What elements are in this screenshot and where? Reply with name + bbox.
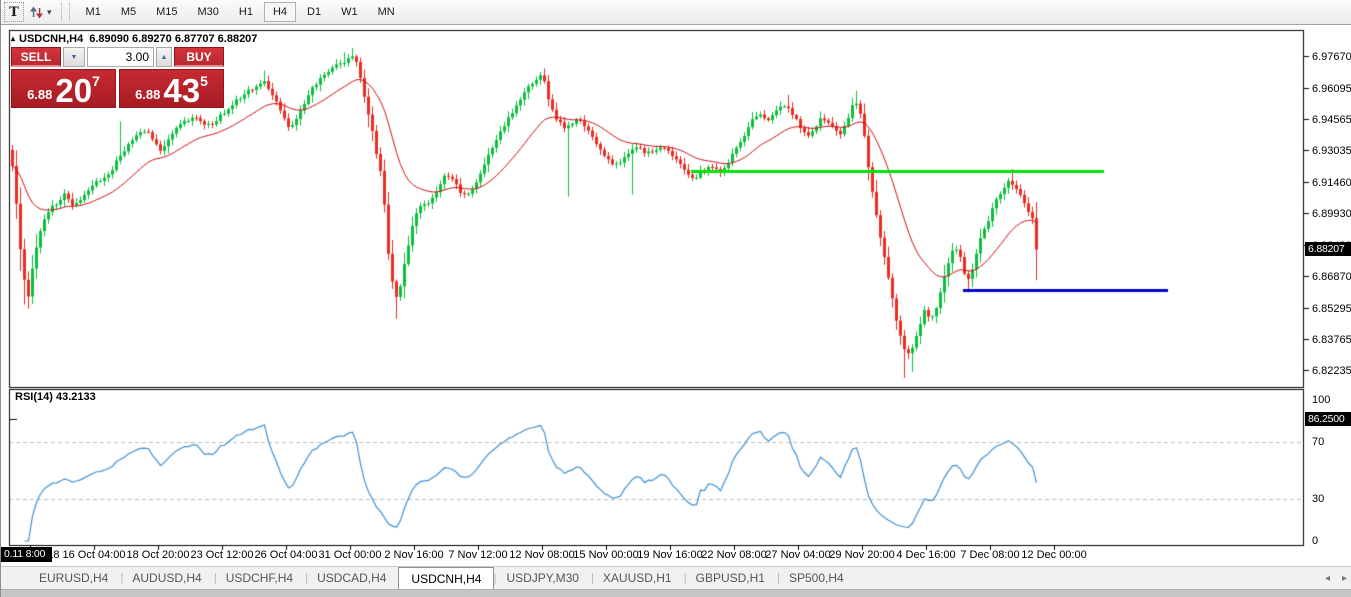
price-tick-label: 6.86870: [1312, 271, 1351, 283]
rsi-tick-label: 100: [1312, 394, 1330, 406]
sell-button[interactable]: SELL: [11, 47, 61, 67]
price-tick-label: 6.96095: [1312, 83, 1351, 95]
time-tick-label: 29 Nov 20:00: [829, 549, 894, 561]
time-tick-label: 19 Nov 16:00: [637, 549, 702, 561]
timeframe-buttons: M1M5M15M30H1H4D1W1MN: [76, 2, 405, 22]
rsi-tick-label: 0: [1312, 535, 1318, 547]
sell-price-pip: 7: [92, 73, 100, 89]
rsi-crosshair-tag: 86.2500: [1305, 412, 1351, 426]
chart-tab[interactable]: USDCNH,H4: [398, 567, 494, 589]
time-tick-label: 15 Nov 00:00: [573, 549, 638, 561]
volume-input[interactable]: [87, 47, 154, 67]
buy-price-big: 43: [163, 77, 200, 105]
time-tick-label: 12 Dec 00:00: [1021, 549, 1086, 561]
buy-price-pip: 5: [200, 73, 208, 89]
time-tick-label: 18 Oct 20:00: [127, 549, 190, 561]
sell-price-big: 20: [55, 77, 92, 105]
toolbar-separator: [61, 3, 70, 21]
chart-tab[interactable]: GBPUSD,H1: [684, 567, 777, 589]
time-tick-label: 23 Oct 12:00: [191, 549, 254, 561]
chart-tab[interactable]: USDCAD,H4: [305, 567, 398, 589]
sell-price-prefix: 6.88: [27, 87, 52, 102]
chart-tab[interactable]: EURUSD,H4: [27, 567, 120, 589]
status-bar: [1, 589, 1351, 597]
tab-scroll-left-icon[interactable]: ◂: [1325, 573, 1330, 584]
timeframe-button[interactable]: M30: [189, 2, 228, 22]
time-tick-label: 16 Oct 04:00: [63, 549, 126, 561]
rsi-tick-label: 70: [1312, 436, 1324, 448]
collapse-arrow-icon[interactable]: ▴: [11, 34, 15, 43]
price-tick-label: 6.97670: [1312, 51, 1351, 63]
chart-tab[interactable]: SP500,H4: [777, 567, 856, 589]
price-tick-label: 6.91460: [1312, 177, 1351, 189]
timeframe-button[interactable]: M1: [77, 2, 110, 22]
tab-scroll-right-icon[interactable]: ▸: [1342, 573, 1347, 584]
time-tick-label: 2 Nov 16:00: [384, 549, 443, 561]
volume-decrease-button[interactable]: ▼: [63, 47, 85, 67]
text-tool-button[interactable]: T: [4, 2, 24, 22]
timeframe-button[interactable]: M15: [147, 2, 186, 22]
timeframe-button[interactable]: MN: [369, 2, 404, 22]
time-tick-label: 31 Oct 00:00: [319, 549, 382, 561]
one-click-trading-panel: SELL ▼ ▲ BUY 6.88 20 7 6.88 43 5: [11, 47, 224, 108]
time-tick-label: 12 Nov 08:00: [509, 549, 574, 561]
price-tick-label: 6.94565: [1312, 114, 1351, 126]
chart-tab[interactable]: XAUUSD,H1: [591, 567, 684, 589]
arrows-icon: [29, 5, 44, 20]
price-tick-label: 6.89930: [1312, 208, 1351, 220]
price-tick-label: 6.85295: [1312, 303, 1351, 315]
chart-tabs: EURUSD,H4AUDUSD,H4USDCHF,H4USDCAD,H4USDC…: [27, 567, 856, 589]
buy-price-box[interactable]: 6.88 43 5: [119, 69, 224, 108]
timeframe-button[interactable]: W1: [332, 2, 367, 22]
chart-symbol-label: USDCNH,H4: [19, 33, 83, 45]
top-toolbar: T ▾ M1M5M15M30H1H4D1W1MN: [1, 0, 1351, 25]
price-tick-label: 6.83765: [1312, 334, 1351, 346]
volume-increase-button[interactable]: ▲: [156, 47, 172, 67]
price-tick-label: 6.93035: [1312, 145, 1351, 157]
price-tick-label: 6.82235: [1312, 365, 1351, 377]
chart-tab[interactable]: USDJPY,M30: [494, 567, 590, 589]
buy-button[interactable]: BUY: [174, 47, 224, 67]
crosshair-time-tag: 0.11 8:00: [1, 547, 52, 562]
timeframe-button[interactable]: M5: [112, 2, 145, 22]
time-tick-label: 27 Nov 04:00: [765, 549, 830, 561]
rsi-tick-label: 30: [1312, 493, 1324, 505]
chart-ohlc-values: 6.89090 6.89270 6.87707 6.88207: [89, 33, 257, 45]
buy-price-prefix: 6.88: [135, 87, 160, 102]
timeframe-button[interactable]: H1: [230, 2, 262, 22]
chart-tab-bar: EURUSD,H4AUDUSD,H4USDCHF,H4USDCAD,H4USDC…: [1, 566, 1351, 589]
chart-tab[interactable]: AUDUSD,H4: [120, 567, 213, 589]
time-tick-label: 7 Dec 08:00: [960, 549, 1019, 561]
sell-price-box[interactable]: 6.88 20 7: [11, 69, 116, 108]
trading-terminal-window: T ▾ M1M5M15M30H1H4D1W1MN ▴ USDCNH,H4 6.890…: [0, 0, 1351, 597]
rsi-indicator-label: RSI(14) 43.2133: [15, 391, 96, 403]
chart-header: ▴ USDCNH,H4 6.89090 6.89270 6.87707 6.8820…: [11, 33, 257, 45]
current-price-tag: 6.88207: [1305, 242, 1351, 256]
chart-tab[interactable]: USDCHF,H4: [214, 567, 305, 589]
arrows-tool-button[interactable]: ▾: [26, 2, 55, 22]
tab-scroll-buttons: ◂ ▸: [1325, 567, 1347, 589]
time-tick-label: 22 Nov 08:00: [701, 549, 766, 561]
timeframe-button[interactable]: H4: [264, 2, 296, 22]
timeframe-button[interactable]: D1: [298, 2, 330, 22]
time-tick-label: 7 Nov 12:00: [448, 549, 507, 561]
time-tick-label: 26 Oct 04:00: [255, 549, 318, 561]
chevron-down-icon[interactable]: ▾: [47, 7, 52, 18]
time-tick-label: 4 Dec 16:00: [896, 549, 955, 561]
